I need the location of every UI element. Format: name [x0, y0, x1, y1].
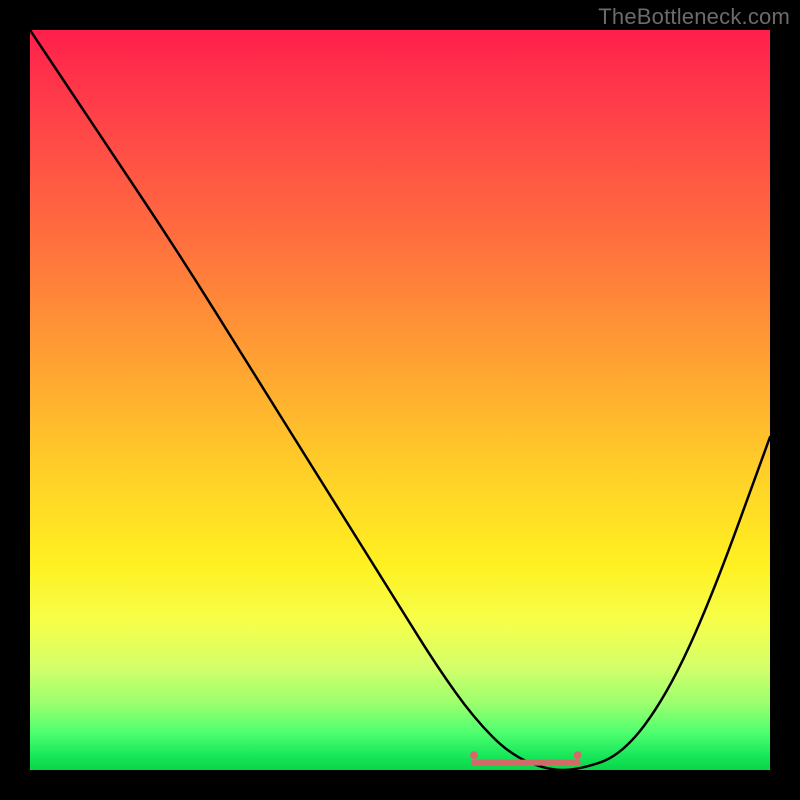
curve-markers — [470, 751, 582, 759]
flat-end-left-marker — [470, 751, 478, 759]
plot-area — [30, 30, 770, 770]
flat-end-right-marker — [574, 751, 582, 759]
curve-layer — [30, 30, 770, 770]
chart-frame: TheBottleneck.com — [0, 0, 800, 800]
bottleneck-curve — [30, 30, 770, 770]
attribution-label: TheBottleneck.com — [598, 4, 790, 30]
